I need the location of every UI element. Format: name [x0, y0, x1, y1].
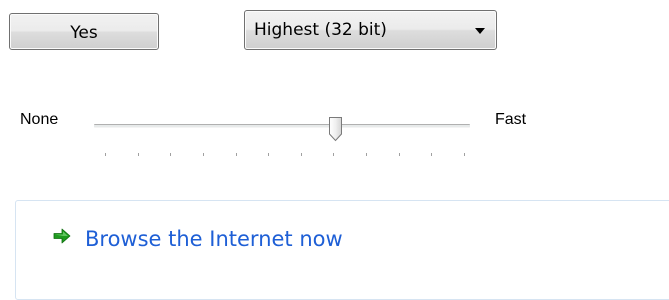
- slider-tick: [137, 153, 139, 156]
- slider-thumb[interactable]: [328, 116, 343, 142]
- slider-tick: [170, 153, 172, 156]
- slider-tick: [333, 153, 335, 156]
- slider-tick: [398, 153, 400, 156]
- slider-track[interactable]: [94, 124, 470, 128]
- yes-button-label: Yes: [70, 22, 98, 43]
- chevron-down-icon: [475, 28, 485, 34]
- slider-tick: [431, 153, 433, 156]
- green-arrow-right-icon: [53, 228, 71, 244]
- slider-tick: [202, 153, 204, 156]
- slider-tick: [300, 153, 302, 156]
- slider-max-label: Fast: [495, 111, 527, 128]
- slider-tick: [105, 153, 106, 156]
- quality-dropdown-value: Highest (32 bit): [254, 20, 387, 40]
- slider-tick: [268, 153, 270, 156]
- yes-button[interactable]: Yes: [9, 13, 159, 50]
- browse-internet-link[interactable]: Browse the Internet now: [85, 227, 343, 251]
- slider-tick: [366, 153, 368, 156]
- slider-tick: [464, 153, 465, 156]
- slider-tick: [235, 153, 237, 156]
- quality-dropdown[interactable]: Highest (32 bit): [244, 10, 497, 50]
- slider-min-label: None: [20, 111, 59, 128]
